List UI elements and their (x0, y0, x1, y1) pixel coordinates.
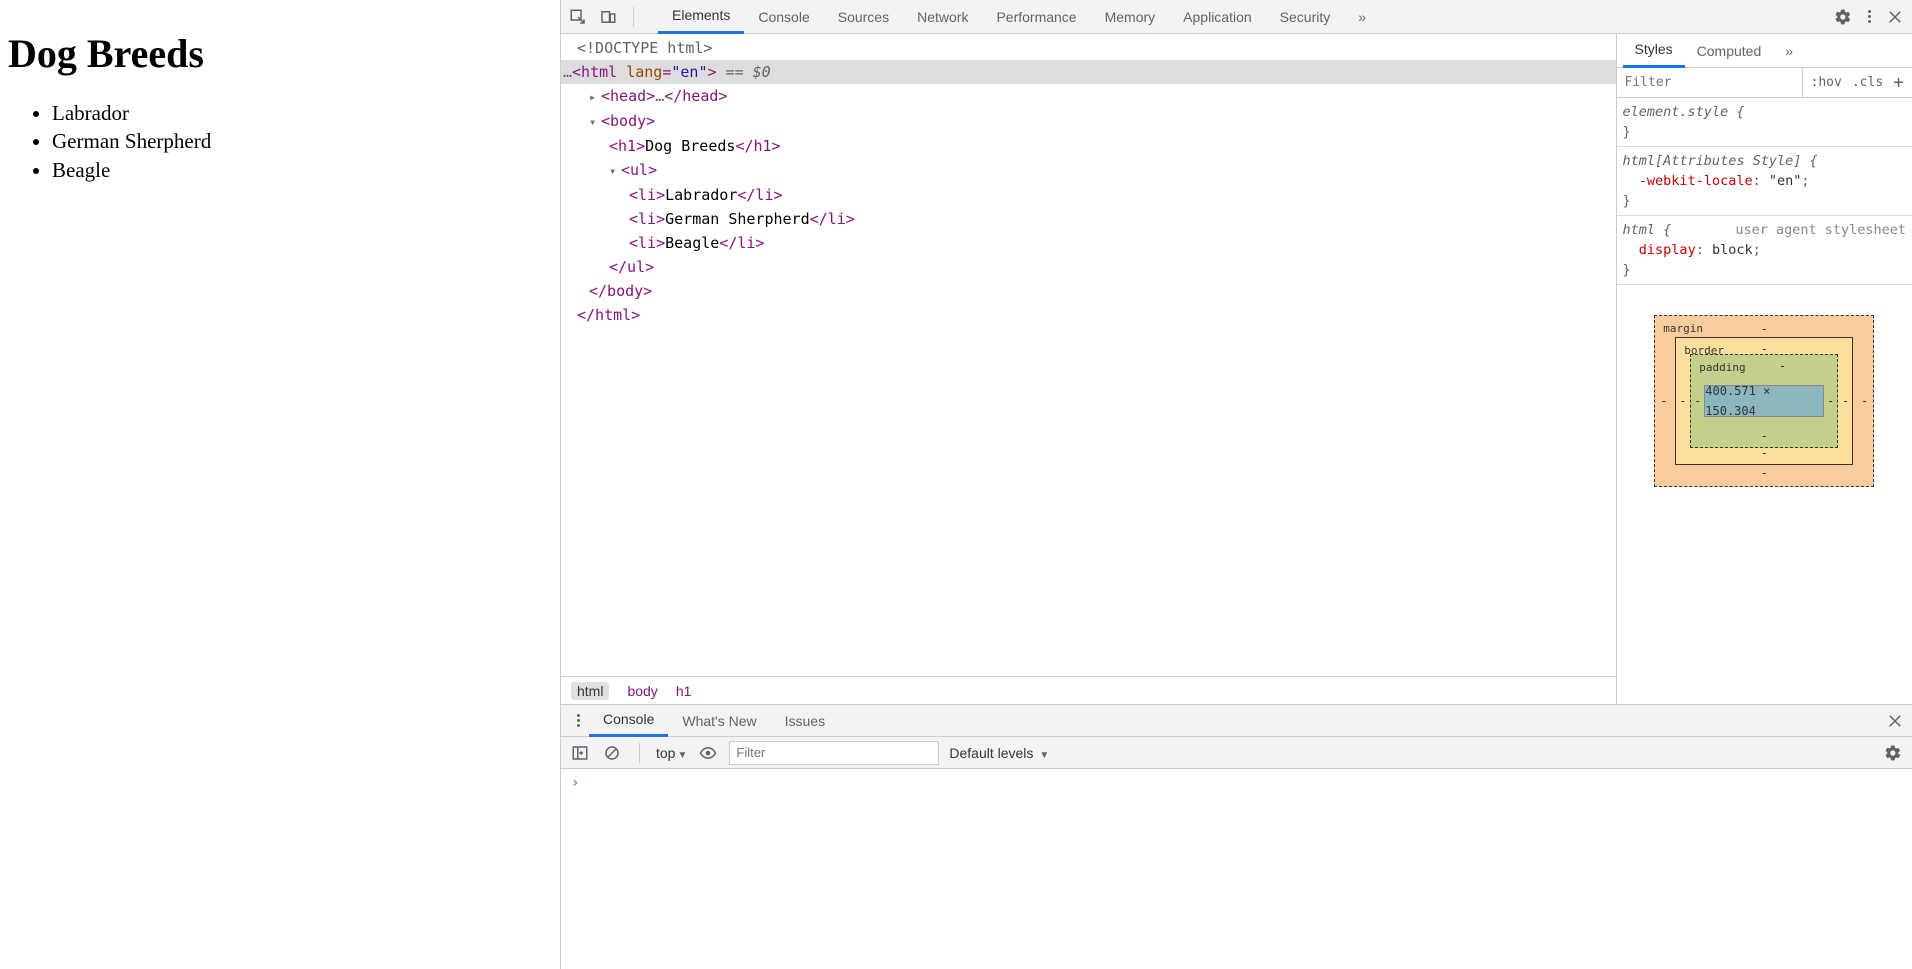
list-item: Labrador (52, 99, 552, 127)
tab-application[interactable]: Application (1169, 1, 1266, 33)
tab-elements[interactable]: Elements (658, 0, 744, 34)
page-title: Dog Breeds (8, 30, 552, 77)
dtab-issues[interactable]: Issues (771, 706, 839, 736)
head-element[interactable]: ▸<head>…</head> (561, 84, 1616, 109)
box-model: margin - - - - border - - - - (1617, 285, 1912, 507)
console-levels[interactable]: Default levels ▼ (949, 745, 1049, 761)
margin-bottom-dash: - (1761, 463, 1768, 483)
crumb-html[interactable]: html (571, 682, 609, 700)
clear-console-icon[interactable] (601, 742, 623, 764)
list-item: German Sherpherd (52, 127, 552, 155)
console-settings-icon[interactable] (1882, 742, 1904, 764)
border-left-dash: - (1679, 391, 1686, 411)
devtools-tabs: Elements Console Sources Network Perform… (658, 0, 1379, 34)
console-context[interactable]: top▼ (656, 745, 687, 761)
body-close: </body> (561, 279, 1616, 303)
live-expression-icon[interactable] (697, 742, 719, 764)
styles-filter-input[interactable] (1617, 68, 1802, 97)
tab-memory[interactable]: Memory (1091, 1, 1170, 33)
tab-network[interactable]: Network (903, 1, 982, 33)
padding-bottom-dash: - (1761, 426, 1768, 446)
dtab-console[interactable]: Console (589, 705, 668, 737)
styles-panel: Styles Computed » :hov .cls + element.st… (1617, 34, 1912, 704)
li-element[interactable]: <li>German Sherpherd</li> (561, 207, 1616, 231)
styles-tabs: Styles Computed » (1617, 34, 1912, 68)
padding-left-dash: - (1694, 391, 1701, 411)
style-rules: element.style { } html[Attributes Style]… (1617, 98, 1912, 704)
divider (633, 7, 634, 27)
stab-styles[interactable]: Styles (1623, 34, 1685, 68)
close-devtools-icon[interactable] (1884, 6, 1906, 28)
elements-panel: <!DOCTYPE html> …<html lang="en"> == $0 … (561, 34, 1617, 704)
add-rule-icon[interactable]: + (1893, 72, 1904, 93)
border-right-dash: - (1842, 391, 1849, 411)
dom-tree[interactable]: <!DOCTYPE html> …<html lang="en"> == $0 … (561, 34, 1616, 676)
console-filter-input[interactable] (729, 741, 939, 765)
padding-label: padding (1699, 358, 1745, 378)
stabs-overflow-icon[interactable]: » (1773, 35, 1804, 67)
crumb-h1[interactable]: h1 (676, 683, 692, 699)
device-toggle-icon[interactable] (597, 6, 619, 28)
margin-label: margin (1663, 319, 1703, 339)
box-content: 400.571 × 150.304 (1704, 385, 1824, 417)
list-item: Beagle (52, 156, 552, 184)
devtools-main: <!DOCTYPE html> …<html lang="en"> == $0 … (561, 34, 1912, 704)
crumb-body[interactable]: body (627, 683, 657, 699)
console-prompt[interactable]: › (561, 769, 1912, 797)
breed-list: Labrador German Sherpherd Beagle (52, 99, 552, 184)
devtools-panel: Elements Console Sources Network Perform… (560, 0, 1912, 969)
margin-right-dash: - (1861, 391, 1868, 411)
html-close: </html> (561, 303, 1616, 327)
devtools-toolbar: Elements Console Sources Network Perform… (561, 0, 1912, 34)
html-element-selected[interactable]: …<html lang="en"> == $0 (561, 60, 1616, 84)
inspect-icon[interactable] (567, 6, 589, 28)
drawer-kebab-icon[interactable] (567, 710, 589, 732)
console-toolbar: top▼ Default levels ▼ (561, 737, 1912, 769)
rule-html-ua[interactable]: user agent stylesheet html { display: bl… (1617, 216, 1912, 285)
li-element[interactable]: <li>Beagle</li> (561, 231, 1616, 255)
tab-sources[interactable]: Sources (824, 1, 903, 33)
padding-right-dash: - (1827, 391, 1834, 411)
doctype-line: <!DOCTYPE html> (577, 39, 712, 57)
tab-console[interactable]: Console (744, 1, 823, 33)
rule-html-attrs[interactable]: html[Attributes Style] { -webkit-locale:… (1617, 147, 1912, 216)
padding-top-dash: - (1779, 356, 1786, 376)
drawer-close-icon[interactable] (1884, 710, 1906, 732)
kebab-menu-icon[interactable] (1858, 6, 1880, 28)
tab-performance[interactable]: Performance (982, 1, 1090, 33)
li-element[interactable]: <li>Labrador</li> (561, 183, 1616, 207)
stab-computed[interactable]: Computed (1685, 35, 1774, 67)
cls-toggle[interactable]: .cls (1852, 75, 1883, 90)
tab-security[interactable]: Security (1266, 1, 1345, 33)
rule-source: user agent stylesheet (1735, 220, 1906, 240)
styles-filter-bar: :hov .cls + (1617, 68, 1912, 98)
divider (639, 743, 640, 763)
h1-element[interactable]: <h1>Dog Breeds</h1> (561, 134, 1616, 158)
hov-toggle[interactable]: :hov (1811, 75, 1842, 90)
rule-element-style[interactable]: element.style { } (1617, 98, 1912, 147)
console-sidebar-icon[interactable] (569, 742, 591, 764)
dtab-whatsnew[interactable]: What's New (668, 706, 770, 736)
tabs-overflow-icon[interactable]: » (1344, 1, 1379, 33)
breadcrumb: html body h1 (561, 676, 1616, 704)
settings-icon[interactable] (1832, 6, 1854, 28)
margin-top-dash: - (1761, 319, 1768, 339)
body-element[interactable]: ▾<body> (561, 109, 1616, 134)
console-body[interactable]: › (561, 769, 1912, 969)
ul-element[interactable]: ▾<ul> (561, 158, 1616, 183)
drawer-tabs: Console What's New Issues (561, 705, 1912, 737)
ul-close: </ul> (561, 255, 1616, 279)
margin-left-dash: - (1660, 391, 1667, 411)
devtools-drawer: Console What's New Issues top▼ Default l… (561, 704, 1912, 969)
rendered-page: Dog Breeds Labrador German Sherpherd Bea… (0, 0, 560, 969)
